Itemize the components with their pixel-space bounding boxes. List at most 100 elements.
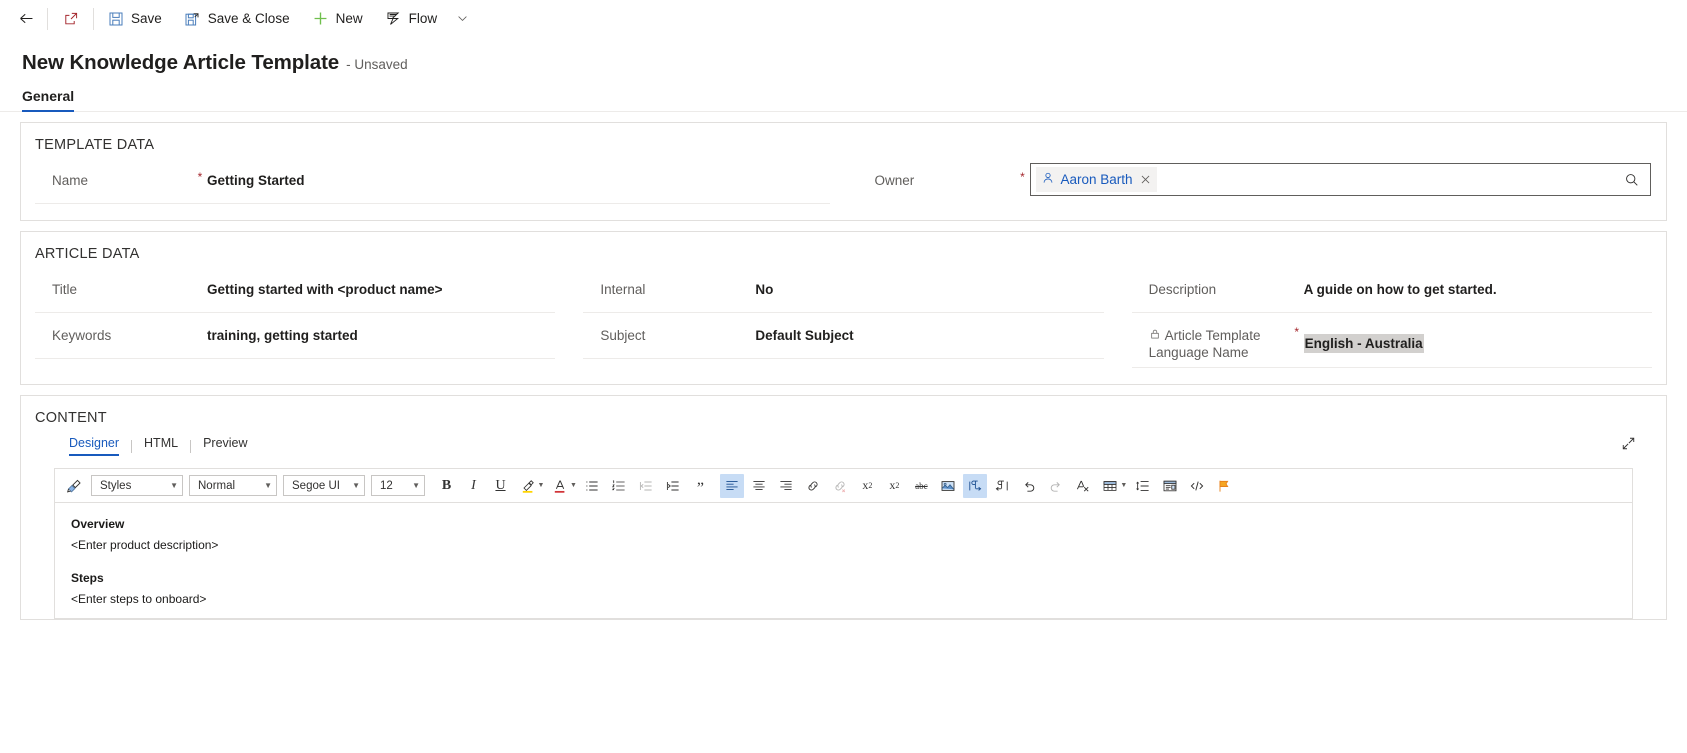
styles-dropdown[interactable]: Styles ▼ bbox=[91, 475, 183, 496]
field-internal-value[interactable]: No bbox=[755, 272, 1103, 306]
editor-tab-html[interactable]: HTML bbox=[132, 436, 190, 456]
field-description-label: Description bbox=[1148, 282, 1217, 297]
numbered-list-icon[interactable] bbox=[607, 474, 631, 498]
editor-heading-overview: Overview bbox=[71, 517, 125, 531]
clear-formatting-icon[interactable] bbox=[1071, 474, 1095, 498]
undo-icon[interactable] bbox=[1017, 474, 1041, 498]
font-size-dropdown[interactable]: 12 ▼ bbox=[371, 475, 425, 496]
code-icon[interactable] bbox=[1185, 474, 1209, 498]
chevron-down-icon: ▼ bbox=[264, 481, 272, 490]
field-name-label: Name bbox=[52, 173, 89, 188]
bold-glyph: B bbox=[441, 477, 452, 493]
chevron-down-icon[interactable]: ▼ bbox=[1120, 482, 1127, 489]
field-owner: Owner * Aaron Barth bbox=[858, 163, 1653, 202]
decrease-indent-icon[interactable] bbox=[634, 474, 658, 498]
field-description-value[interactable]: A guide on how to get started. bbox=[1304, 272, 1652, 306]
field-subject-value[interactable]: Default Subject bbox=[755, 318, 1103, 352]
chevron-down-icon[interactable]: ▼ bbox=[570, 482, 577, 489]
field-subject-required-indicator bbox=[741, 318, 755, 325]
field-name: Name * Getting Started bbox=[35, 163, 830, 204]
increase-indent-icon[interactable] bbox=[661, 474, 685, 498]
unlink-icon[interactable] bbox=[828, 474, 852, 498]
section-content-title: CONTENT bbox=[35, 410, 107, 426]
chevron-down-icon: ▼ bbox=[170, 481, 178, 490]
close-icon[interactable] bbox=[1139, 173, 1152, 186]
editor-content-area[interactable]: Overview <Enter product description> Ste… bbox=[55, 503, 1632, 618]
command-bar-divider-1 bbox=[47, 7, 48, 30]
field-language-label-line2: Language Name bbox=[1148, 345, 1249, 360]
paragraph-format-dropdown[interactable]: Normal ▼ bbox=[189, 475, 277, 496]
field-language-value-wrap[interactable]: English - Australia bbox=[1303, 318, 1652, 360]
tab-general[interactable]: General bbox=[22, 88, 75, 112]
save-button-label: Save bbox=[131, 11, 162, 26]
field-internal: Internal No bbox=[583, 272, 1104, 313]
flow-button-label: Flow bbox=[408, 11, 438, 26]
align-right-icon[interactable] bbox=[774, 474, 798, 498]
field-language-required-indicator: * bbox=[1294, 325, 1299, 339]
field-subject: Subject Default Subject bbox=[583, 318, 1104, 359]
section-template-data-title: TEMPLATE DATA bbox=[35, 137, 155, 153]
align-left-icon[interactable] bbox=[720, 473, 745, 498]
subscript-icon[interactable]: x2 bbox=[882, 474, 906, 498]
expand-diagonal-icon[interactable] bbox=[1621, 436, 1652, 456]
flag-icon[interactable] bbox=[1212, 474, 1236, 498]
link-icon[interactable] bbox=[801, 474, 825, 498]
superscript-icon[interactable]: x2 bbox=[855, 474, 879, 498]
plus-icon bbox=[312, 10, 329, 27]
bulleted-list-icon[interactable] bbox=[580, 474, 604, 498]
line-spacing-icon[interactable] bbox=[1131, 474, 1155, 498]
chevron-down-icon[interactable]: ▼ bbox=[538, 482, 545, 489]
font-family-value: Segoe UI bbox=[292, 479, 340, 492]
field-language-label-line1: Article Template bbox=[1164, 328, 1261, 343]
text-highlight-icon[interactable] bbox=[516, 474, 540, 498]
editor-tab-bar: Designer HTML Preview bbox=[21, 436, 1666, 456]
overflow-chevron-down-icon[interactable] bbox=[448, 1, 477, 37]
strikethrough-icon[interactable]: abc bbox=[909, 474, 933, 498]
command-bar: Save Save & Close New Flow bbox=[0, 0, 1687, 37]
insert-template-icon[interactable] bbox=[1158, 474, 1182, 498]
popout-button[interactable] bbox=[50, 1, 91, 37]
italic-icon[interactable]: I bbox=[462, 474, 486, 498]
right-to-left-icon[interactable] bbox=[990, 474, 1014, 498]
font-color-icon[interactable] bbox=[548, 474, 572, 498]
field-article-template-language-name: Article Template Language Name * English… bbox=[1131, 318, 1652, 368]
editor-tab-designer[interactable]: Designer bbox=[69, 436, 131, 456]
field-keywords-label: Keywords bbox=[52, 328, 112, 343]
align-center-icon[interactable] bbox=[747, 474, 771, 498]
redo-icon[interactable] bbox=[1044, 474, 1068, 498]
field-title: Title Getting started with <product name… bbox=[35, 272, 556, 313]
back-button[interactable] bbox=[8, 1, 45, 37]
paragraph-format-value: Normal bbox=[198, 479, 236, 492]
bold-icon[interactable]: B bbox=[435, 474, 459, 498]
owner-lookup-input[interactable]: Aaron Barth bbox=[1029, 163, 1651, 196]
quote-icon[interactable]: ” bbox=[688, 474, 712, 498]
field-keywords: Keywords training, getting started bbox=[35, 318, 556, 359]
save-and-close-button[interactable]: Save & Close bbox=[173, 1, 301, 37]
back-arrow-icon bbox=[18, 10, 35, 27]
field-language-value[interactable]: English - Australia bbox=[1303, 334, 1424, 353]
popout-icon bbox=[62, 10, 79, 27]
flow-button[interactable]: Flow bbox=[374, 1, 449, 37]
left-to-right-icon[interactable] bbox=[963, 473, 988, 498]
page-title: New Knowledge Article Template bbox=[22, 51, 340, 74]
font-size-value: 12 bbox=[380, 479, 393, 492]
field-name-value[interactable]: Getting Started bbox=[207, 163, 830, 197]
new-button[interactable]: New bbox=[301, 1, 374, 37]
field-description-required-indicator bbox=[1290, 272, 1304, 279]
field-keywords-value[interactable]: training, getting started bbox=[207, 318, 555, 352]
chevron-down-icon: ▼ bbox=[352, 481, 360, 490]
editor-tab-preview[interactable]: Preview bbox=[191, 436, 259, 456]
format-painter-icon[interactable] bbox=[63, 474, 87, 498]
styles-dropdown-value: Styles bbox=[100, 479, 132, 492]
font-family-dropdown[interactable]: Segoe UI ▼ bbox=[283, 475, 365, 496]
image-icon[interactable] bbox=[936, 474, 960, 498]
chevron-down-icon: ▼ bbox=[412, 481, 420, 490]
owner-chip[interactable]: Aaron Barth bbox=[1035, 167, 1157, 192]
save-and-close-icon bbox=[184, 10, 201, 27]
table-icon[interactable] bbox=[1098, 474, 1122, 498]
field-owner-required-indicator: * bbox=[1020, 170, 1025, 184]
search-icon[interactable] bbox=[1618, 172, 1646, 188]
field-title-value[interactable]: Getting started with <product name> bbox=[207, 272, 555, 306]
underline-icon[interactable]: U bbox=[489, 474, 513, 498]
save-button[interactable]: Save bbox=[96, 1, 173, 37]
